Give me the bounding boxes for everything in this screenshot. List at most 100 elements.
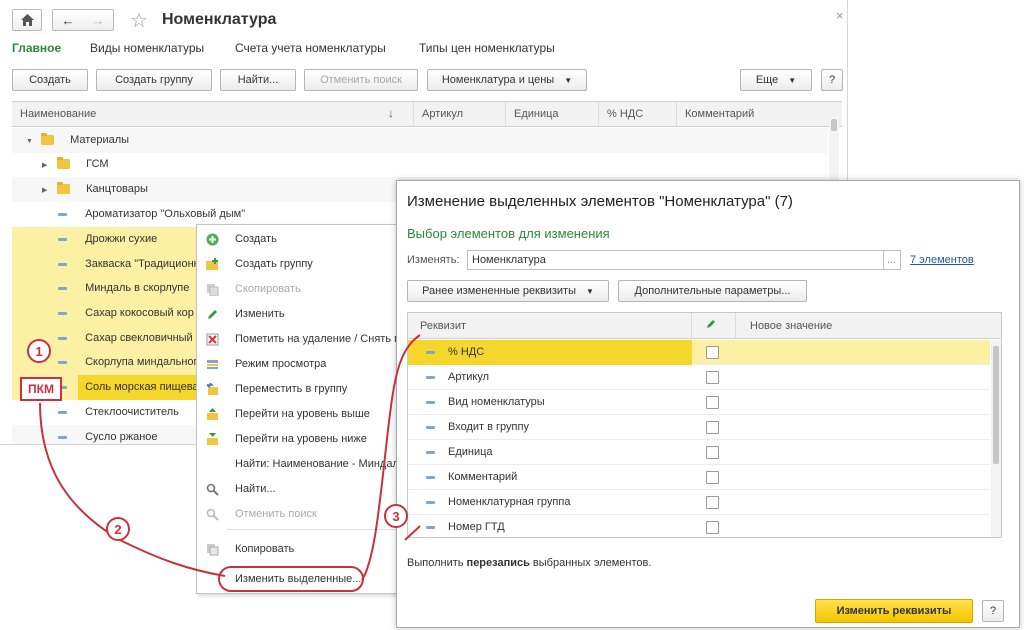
footer-pre: Выполнить [407,557,467,569]
attribute-checkbox[interactable] [706,371,719,384]
menu-item-label: Найти... [235,483,276,495]
item-dash-icon [58,286,67,290]
col-article[interactable]: Артикул [414,102,506,126]
menu-item-label: Переместить в группу [235,383,348,395]
change-object-field[interactable]: Номенклатура [467,250,899,270]
item-dash-icon [426,526,435,529]
attribute-row[interactable]: Комментарий [408,465,990,490]
create-button[interactable]: Создать [12,69,88,91]
find-button[interactable]: Найти... [220,69,296,91]
menu-item-duplicate[interactable]: Скопировать [197,277,401,302]
col-comment[interactable]: Комментарий [677,102,828,126]
plus-icon [206,233,219,246]
scrollbar-thumb[interactable] [993,346,999,464]
menu-item-label: Режим просмотра [235,358,327,370]
attribute-checkbox[interactable] [706,396,719,409]
elements-count-link[interactable]: 7 элементов [910,254,974,266]
attribute-row[interactable]: Номенклатурная группа [408,490,990,515]
expand-triangle-icon[interactable]: ▶ [42,153,52,178]
menu-item-view-mode[interactable]: Режим просмотра [197,352,401,377]
view-mode-icon [206,358,219,371]
context-menu: Создать Создать группу Скопировать Измен… [196,224,401,594]
clipboard-icon [206,543,219,556]
folder-icon [57,182,71,195]
tab-main[interactable]: Главное [12,41,61,55]
home-button[interactable] [12,9,42,31]
col-vat[interactable]: % НДС [599,102,677,126]
move-icon [206,382,219,396]
apply-attributes-button[interactable]: Изменить реквизиты [815,599,973,623]
help-button[interactable]: ? [821,69,843,91]
item-dash-icon [426,401,435,404]
attribute-checkbox[interactable] [706,346,719,359]
menu-item-mark-delete[interactable]: Пометить на удаление / Снять пометку [197,327,401,352]
attribute-name: Артикул [448,371,490,383]
nomenclature-prices-label: Номенклатура и цены [441,74,555,86]
attribute-name: % НДС [448,346,485,358]
col-attribute[interactable]: Реквизит [408,313,692,339]
scrollbar-thumb[interactable] [831,119,837,131]
menu-item-create[interactable]: Создать [197,227,401,252]
col-name[interactable]: Наименование [12,102,414,126]
more-button[interactable]: Еще ▼ [740,69,812,91]
change-label: Изменять: [407,254,460,266]
collapse-triangle-icon[interactable]: ▼ [26,129,36,154]
attribute-row[interactable]: Единица [408,440,990,465]
table-scrollbar[interactable] [991,340,1001,537]
attribute-name: Комментарий [448,471,518,483]
list-row-folder[interactable]: ▼ Материалы [12,128,828,153]
attribute-row[interactable]: Номер ГТД [408,515,990,537]
attribute-checkbox[interactable] [706,421,719,434]
copy-icon [206,283,219,297]
menu-divider [227,529,397,530]
col-check[interactable] [692,313,736,339]
attribute-checkbox[interactable] [706,521,719,534]
nomenclature-prices-button[interactable]: Номенклатура и цены ▼ [427,69,587,91]
previous-attributes-label: Ранее измененные реквизиты [422,285,576,297]
tab-nomenclature-types[interactable]: Виды номенклатуры [90,41,204,55]
attribute-name: Вид номенклатуры [448,396,545,408]
attribute-row[interactable]: Артикул [408,365,990,390]
row-label: ГСМ [86,158,109,170]
menu-item-find-by-value[interactable]: Найти: Наименование - Миндаль [197,452,401,477]
dialog-help-button[interactable]: ? [982,600,1004,622]
menu-item-create-group[interactable]: Создать группу [197,252,401,277]
attribute-row[interactable]: Входит в группу [408,415,990,440]
sort-arrow-icon[interactable]: ↓ [388,106,394,120]
close-icon[interactable]: × [836,8,844,23]
expand-triangle-icon[interactable]: ▶ [42,178,52,203]
col-new-value[interactable]: Новое значение [736,313,1001,339]
search-icon [206,483,219,496]
attribute-checkbox[interactable] [706,471,719,484]
extra-parameters-button[interactable]: Дополнительные параметры... [618,280,807,302]
list-row-folder[interactable]: ▶ ГСМ [12,152,828,177]
menu-item-move-group[interactable]: Переместить в группу [197,377,401,402]
create-group-button[interactable]: Создать группу [96,69,212,91]
col-unit[interactable]: Единица [506,102,599,126]
menu-item-label: Копировать [235,543,295,555]
tab-accounting-accounts[interactable]: Счета учета номенклатуры [235,41,386,55]
menu-item-copy[interactable]: Копировать [197,537,401,562]
menu-item-level-down[interactable]: Перейти на уровень ниже [197,427,401,452]
attribute-name: Входит в группу [448,421,529,433]
select-object-button[interactable]: ... [883,250,901,270]
back-arrow-icon[interactable]: ← [62,13,75,28]
attribute-checkbox[interactable] [706,496,719,509]
menu-item-level-up[interactable]: Перейти на уровень выше [197,402,401,427]
menu-item-find[interactable]: Найти... [197,477,401,502]
menu-item-cancel-search[interactable]: Отменить поиск [197,502,401,527]
previous-attributes-button[interactable]: Ранее измененные реквизиты ▼ [407,280,609,302]
attribute-row[interactable]: Вид номенклатуры [408,390,990,415]
footer-bold: перезапись [466,557,530,569]
folder-icon [57,157,71,170]
cancel-search-icon [206,508,219,521]
page-title: Номенклатура [162,11,277,28]
attribute-checkbox[interactable] [706,446,719,459]
cancel-search-button[interactable]: Отменить поиск [304,69,418,91]
row-label: Материалы [70,134,130,146]
favorite-star-icon[interactable]: ☆ [130,8,148,33]
menu-item-edit[interactable]: Изменить [197,302,401,327]
tab-price-types[interactable]: Типы цен номенклатуры [419,41,555,55]
forward-arrow-icon[interactable]: → [92,13,105,28]
attribute-row-current[interactable]: % НДС [408,340,990,365]
